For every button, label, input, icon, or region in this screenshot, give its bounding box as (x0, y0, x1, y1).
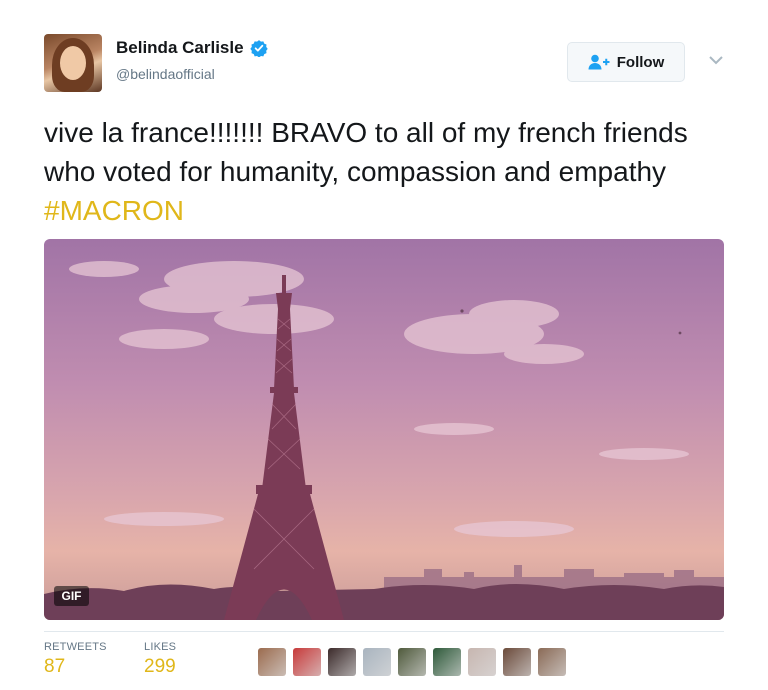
liker-avatar[interactable] (538, 648, 566, 676)
follow-label: Follow (616, 53, 665, 71)
liker-avatar[interactable] (293, 648, 321, 676)
follow-button[interactable]: Follow (567, 42, 685, 82)
tweet-media-gif[interactable]: GIF (44, 239, 724, 620)
retweets-label: RETWEETS (44, 641, 107, 653)
likes-count: 299 (144, 656, 176, 677)
liker-avatar[interactable] (258, 648, 286, 676)
likes-stat[interactable]: LIKES 299 (144, 641, 176, 678)
user-name-row: Belinda Carlisle (116, 38, 268, 58)
user-name[interactable]: Belinda Carlisle (116, 38, 244, 58)
add-user-icon (588, 54, 610, 70)
liker-avatar[interactable] (398, 648, 426, 676)
chevron-down-icon[interactable] (708, 54, 724, 66)
liker-avatar[interactable] (433, 648, 461, 676)
stats-divider (44, 631, 724, 632)
eiffel-tower-image (44, 261, 724, 620)
liker-avatar[interactable] (503, 648, 531, 676)
verified-badge-icon (249, 40, 268, 57)
retweets-stat[interactable]: RETWEETS 87 (44, 641, 107, 678)
gif-badge: GIF (54, 586, 89, 606)
tweet-text: vive la france!!!!!!! BRAVO to all of my… (44, 113, 744, 230)
user-handle[interactable]: @belindaofficial (116, 66, 215, 82)
likes-label: LIKES (144, 641, 177, 653)
liker-avatar[interactable] (328, 648, 356, 676)
retweets-count: 87 (44, 656, 66, 677)
likers-avatars (258, 648, 573, 676)
user-avatar[interactable] (44, 34, 102, 92)
liker-avatar[interactable] (468, 648, 496, 676)
hashtag-link[interactable]: #MACRON (44, 195, 184, 226)
tweet-body: vive la france!!!!!!! BRAVO to all of my… (44, 117, 688, 187)
liker-avatar[interactable] (363, 648, 391, 676)
